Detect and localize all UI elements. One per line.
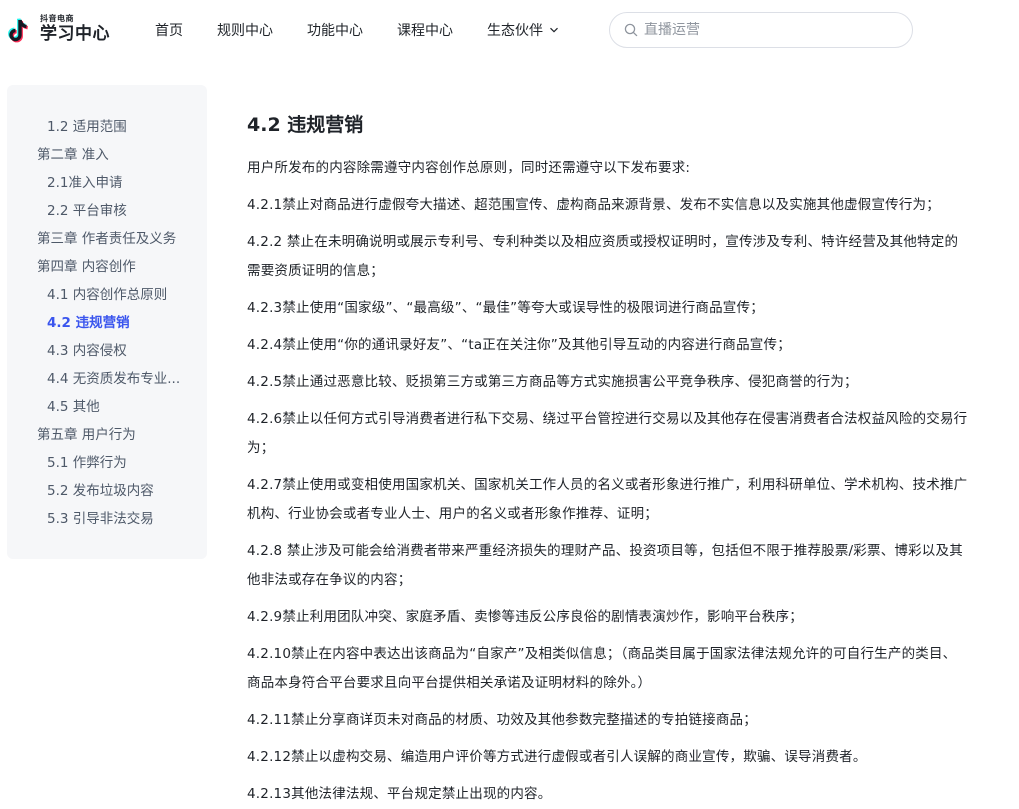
article-content: 4.2 违规营销 用户所发布的内容除需遵守内容创作总原则，同时还需遵守以下发布要…	[247, 110, 969, 809]
rule-paragraph: 4.2.8 禁止涉及可能会给消费者带来严重经济损失的理财产品、投资项目等，包括但…	[247, 543, 963, 588]
rule-paragraph: 4.2.11禁止分享商详页未对商品的材质、功效及其他参数完整描述的专拍链接商品；	[247, 712, 757, 728]
toc-item-5-3[interactable]: 5.3 引导非法交易	[7, 505, 207, 533]
nav-item-label: 规则中心	[217, 23, 273, 39]
nav-item-home[interactable]: 首页	[155, 19, 183, 41]
toc-item-2-1[interactable]: 2.1准入申请	[7, 169, 207, 197]
toc-chapter-3[interactable]: 第三章 作者责任及义务	[7, 225, 207, 253]
chevron-down-icon	[550, 27, 558, 33]
toc-item-1-2[interactable]: 1.2 适用范围	[7, 113, 207, 141]
nav-item-label: 功能中心	[307, 23, 363, 39]
toc-item-5-1[interactable]: 5.1 作弊行为	[7, 449, 207, 477]
toc-item-5-2[interactable]: 5.2 发布垃圾内容	[7, 477, 207, 505]
main-nav: 首页 规则中心 功能中心 课程中心 生态伙伴	[155, 19, 559, 41]
nav-item-label: 首页	[155, 23, 183, 39]
rule-paragraph: 4.2.9禁止利用团队冲突、家庭矛盾、卖惨等违反公序良俗的剧情表演炒作，影响平台…	[247, 609, 803, 625]
nav-item-rules[interactable]: 规则中心	[217, 19, 273, 41]
toc-item-4-2-active[interactable]: 4.2 违规营销	[7, 309, 207, 337]
logo-subtitle: 抖音电商	[40, 14, 74, 23]
nav-item-features[interactable]: 功能中心	[307, 19, 363, 41]
rule-paragraph: 4.2.6禁止以任何方式引导消费者进行私下交易、绕过平台管控进行交易以及其他存在…	[247, 411, 968, 456]
search-icon	[624, 23, 638, 37]
toc-chapter-2[interactable]: 第二章 准入	[7, 141, 207, 169]
toc-item-4-5[interactable]: 4.5 其他	[7, 393, 207, 421]
toc-chapter-4[interactable]: 第四章 内容创作	[7, 253, 207, 281]
logo-text: 抖音电商 学习中心	[40, 15, 110, 43]
logo[interactable]: 抖音电商 学习中心	[7, 9, 117, 49]
search-box[interactable]	[609, 12, 913, 48]
rule-paragraph: 4.2.10禁止在内容中表达出该商品为“自家产”及相类似信息；（商品类目属于国家…	[247, 646, 957, 691]
douyin-logo-icon	[8, 18, 29, 43]
toc-item-4-1[interactable]: 4.1 内容创作总原则	[7, 281, 207, 309]
rule-paragraph: 4.2.12禁止以虚构交易、编造用户评价等方式进行虚假或者引人误解的商业宣传，欺…	[247, 749, 867, 765]
rule-paragraph: 4.2.7禁止使用或变相使用国家机关、国家机关工作人员的名义或者形象进行推广，利…	[247, 477, 968, 522]
rule-paragraph: 4.2.13其他法律法规、平台规定禁止出现的内容。	[247, 786, 552, 802]
intro-paragraph: 用户所发布的内容除需遵守内容创作总原则，同时还需遵守以下发布要求:	[247, 160, 691, 176]
nav-item-partners[interactable]: 生态伙伴	[487, 19, 559, 41]
toc-item-4-3[interactable]: 4.3 内容侵权	[7, 337, 207, 365]
nav-item-courses[interactable]: 课程中心	[397, 19, 453, 41]
toc-item-4-4[interactable]: 4.4 无资质发布专业...	[7, 365, 207, 393]
rule-paragraph: 4.2.1禁止对商品进行虚假夸大描述、超范围宣传、虚构商品来源背景、发布不实信息…	[247, 197, 940, 213]
rule-paragraph: 4.2.3禁止使用“国家级”、“最高级”、“最佳”等夸大或误导性的极限词进行商品…	[247, 300, 764, 316]
rule-paragraph: 4.2.4禁止使用“你的通讯录好友”、“ta正在关注你”及其他引导互动的内容进行…	[247, 337, 791, 353]
top-header: 抖音电商 学习中心 首页 规则中心 功能中心 课程中心 生态伙伴	[0, 0, 1019, 62]
section-heading: 4.2 违规营销	[247, 114, 364, 136]
nav-item-label: 生态伙伴	[487, 23, 543, 39]
toc-chapter-5[interactable]: 第五章 用户行为	[7, 421, 207, 449]
sidebar-toc: 1.2 适用范围 第二章 准入 2.1准入申请 2.2 平台审核 第三章 作者责…	[7, 85, 207, 559]
search-input[interactable]	[644, 22, 874, 38]
nav-item-label: 课程中心	[397, 23, 453, 39]
toc-item-2-2[interactable]: 2.2 平台审核	[7, 197, 207, 225]
rule-paragraph: 4.2.5禁止通过恶意比较、贬损第三方或第三方商品等方式实施损害公平竞争秩序、侵…	[247, 374, 858, 390]
logo-title: 学习中心	[40, 24, 110, 44]
rule-paragraph: 4.2.2 禁止在未明确说明或展示专利号、专利种类以及相应资质或授权证明时，宣传…	[247, 234, 959, 279]
